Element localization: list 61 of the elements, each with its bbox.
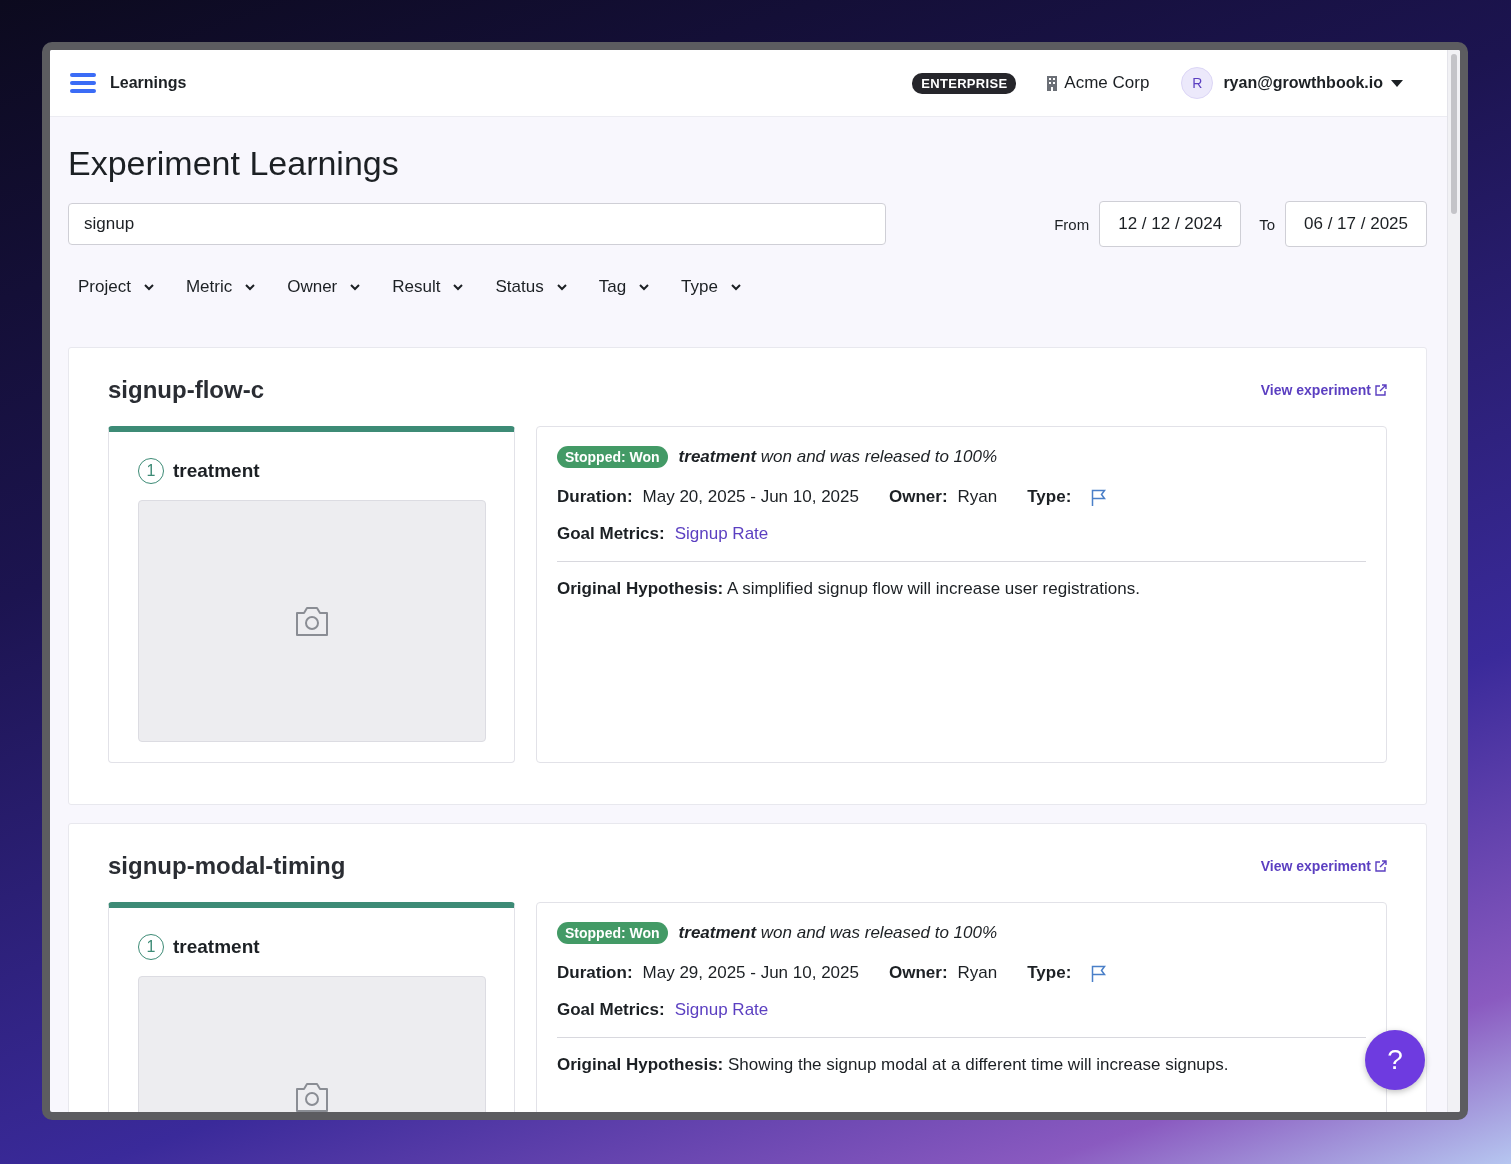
chevron-down-icon [639,283,650,291]
result-summary: treatment won and was released to 100% [678,447,998,467]
metric-link[interactable]: Signup Rate [674,1000,769,1020]
metric-link[interactable]: Signup Rate [674,524,769,544]
owner-value: Ryan [957,487,998,507]
duration-label: Duration: [557,487,633,507]
filter-dropdown[interactable]: Project [78,277,154,297]
filter-dropdown[interactable]: Status [495,277,567,297]
scrollbar-thumb[interactable] [1451,54,1457,214]
filter-dropdown[interactable]: Tag [598,277,650,297]
chevron-down-icon [245,283,256,291]
date-field[interactable]: 12 / 12 / 2024 [1099,201,1242,247]
menu-icon[interactable] [70,72,96,94]
type-label: Type: [1027,487,1072,507]
filter-dropdown[interactable]: Result [392,277,464,297]
chevron-down-icon [350,283,361,291]
type-label: Type: [1027,963,1072,983]
flag-icon [1091,964,1108,982]
experiment-name: signup-flow-c [108,376,264,404]
chevron-down-icon [143,283,154,291]
external-link-icon [1375,860,1387,872]
plan-badge: ENTERPRISE [912,72,1017,94]
flag-icon [1091,488,1108,506]
result-summary: treatment won and was released to 100% [678,923,998,943]
filter-dropdown[interactable]: Metric [185,277,256,297]
camera-icon [294,1081,330,1112]
duration-label: Duration: [557,963,633,983]
view-experiment-link[interactable]: View experiment [1260,382,1387,398]
duration-value: May 29, 2025 - Jun 10, 2025 [642,963,859,983]
filter-dropdown[interactable]: Owner [287,277,361,297]
filter-dropdown[interactable]: Type [681,277,741,297]
chevron-down-icon [730,283,741,291]
from-label: From [1054,215,1090,233]
camera-icon [294,605,330,637]
owner-label: Owner: [889,963,948,983]
status-badge: Stopped: Won [557,922,668,944]
to-label: To [1259,215,1275,233]
variant-name: treatment [173,460,260,482]
goal-metrics-label: Goal Metrics: [557,1000,665,1020]
caret-icon[interactable] [1391,79,1403,87]
owner-label: Owner: [889,487,948,507]
hypothesis-text: Original Hypothesis: Showing the signup modal at a different time will increase signups. [557,1055,1230,1075]
external-link-icon [1375,384,1387,396]
user-email[interactable]: ryan@growthbook.io [1223,74,1383,92]
owner-value: Ryan [957,963,998,983]
chevron-down-icon [556,283,567,291]
view-experiment-link[interactable]: View experiment [1260,858,1387,874]
status-badge: Stopped: Won [557,446,668,468]
user-avatar[interactable]: R [1181,67,1214,99]
experiment-name: signup-modal-timing [108,852,346,880]
date-field[interactable]: 06 / 17 / 2025 [1285,201,1427,247]
building-icon [1046,75,1059,91]
hypothesis-text: Original Hypothesis: A simplified signup flow will increase user registrations. [557,579,1141,599]
goal-metrics-label: Goal Metrics: [557,524,665,544]
organization-name[interactable]: Acme Corp [1064,73,1150,93]
page-title: Experiment Learnings [68,143,400,184]
app-title: Learnings [110,74,187,92]
variant-name: treatment [173,936,260,958]
chevron-down-icon [453,283,464,291]
search-field[interactable]: signup [68,203,886,245]
duration-value: May 20, 2025 - Jun 10, 2025 [642,487,859,507]
